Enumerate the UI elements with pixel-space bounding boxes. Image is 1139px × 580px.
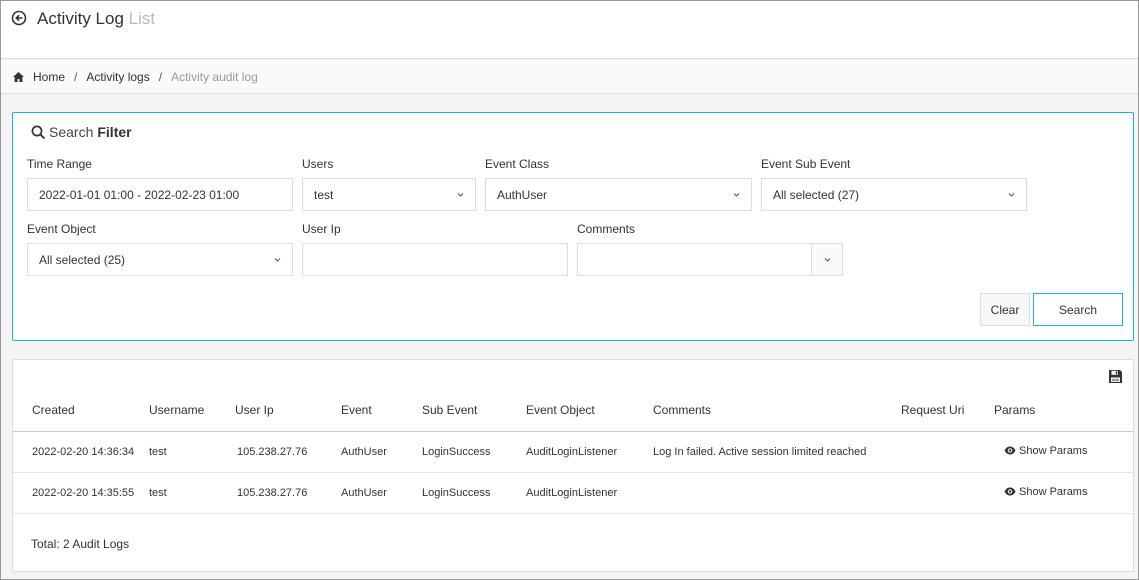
- comments-label: Comments: [577, 222, 636, 236]
- search-filter-panel: Search Filter Time Range 2022-01-01 01:0…: [12, 112, 1134, 341]
- cell-username: test: [149, 431, 235, 473]
- page-title-main: Activity Log: [37, 9, 124, 28]
- show-params-label: Show Params: [1019, 485, 1088, 498]
- time-range-label: Time Range: [27, 157, 92, 171]
- cell-user-ip: 105.238.27.76: [235, 472, 341, 514]
- column-header-params[interactable]: Params: [994, 390, 1133, 432]
- eye-icon: [1004, 446, 1016, 455]
- users-label: Users: [302, 157, 334, 171]
- table-row: 2022-02-20 14:36:34 test 105.238.27.76 A…: [13, 431, 1133, 473]
- comments-dropdown-toggle[interactable]: [811, 244, 842, 275]
- breadcrumb-separator: /: [74, 69, 78, 84]
- users-value: test: [314, 187, 334, 202]
- audit-log-table: Created Username User Ip Event Sub Event…: [13, 390, 1133, 514]
- filter-title: Search Filter: [31, 124, 132, 140]
- cell-comments: [653, 472, 901, 514]
- event-class-select[interactable]: AuthUser: [485, 178, 752, 211]
- cell-created: 2022-02-20 14:35:55: [13, 472, 149, 514]
- cell-user-ip: 105.238.27.76: [235, 431, 341, 473]
- event-sub-event-value: All selected (27): [773, 187, 860, 202]
- breadcrumb: Home / Activity logs / Activity audit lo…: [1, 60, 1138, 94]
- breadcrumb-current: Activity audit log: [171, 69, 258, 84]
- users-select[interactable]: test: [302, 178, 476, 211]
- user-ip-label: User Ip: [302, 222, 341, 236]
- breadcrumb-activity-logs[interactable]: Activity logs: [86, 70, 149, 84]
- column-header-created[interactable]: Created: [13, 390, 149, 432]
- eye-icon: [1004, 487, 1016, 496]
- event-sub-event-label: Event Sub Event: [761, 157, 851, 171]
- breadcrumb-separator: /: [158, 69, 163, 84]
- chevron-down-icon: [457, 193, 464, 197]
- clear-button[interactable]: Clear: [980, 293, 1030, 326]
- column-header-request-uri[interactable]: Request Uri: [901, 390, 994, 432]
- cell-event-object: AuditLoginListener: [526, 431, 653, 473]
- back-arrow-icon[interactable]: [11, 10, 27, 26]
- time-range-input[interactable]: 2022-01-01 01:00 - 2022-02-23 01:00: [27, 178, 293, 211]
- show-params-link[interactable]: Show Params: [1004, 445, 1087, 457]
- user-ip-input[interactable]: [302, 243, 568, 276]
- column-header-sub-event[interactable]: Sub Event: [422, 390, 526, 432]
- breadcrumb-home[interactable]: Home: [33, 70, 65, 84]
- page-title-sub: List: [128, 9, 156, 28]
- event-sub-event-select[interactable]: All selected (27): [761, 178, 1027, 211]
- total-count: Total: 2 Audit Logs: [31, 537, 130, 551]
- event-object-value: All selected (25): [39, 252, 126, 267]
- chevron-down-icon: [274, 258, 281, 262]
- cell-event: AuthUser: [341, 431, 422, 473]
- search-icon: [31, 125, 46, 139]
- home-icon: [13, 71, 24, 82]
- show-params-label: Show Params: [1019, 444, 1088, 457]
- column-header-username[interactable]: Username: [149, 390, 235, 432]
- column-header-event-object[interactable]: Event Object: [526, 390, 653, 432]
- cell-sub-event: LoginSuccess: [422, 431, 526, 473]
- search-button[interactable]: Search: [1033, 293, 1123, 326]
- cell-event-object: AuditLoginListener: [526, 472, 653, 514]
- event-class-label: Event Class: [485, 157, 550, 171]
- filter-title-bold: Filter: [97, 124, 132, 140]
- filter-title-light: Search: [49, 124, 94, 140]
- table-header-row: Created Username User Ip Event Sub Event…: [13, 390, 1133, 432]
- time-range-value: 2022-01-01 01:00 - 2022-02-23 01:00: [39, 187, 240, 202]
- cell-request-uri: [901, 472, 994, 514]
- chevron-down-icon: [733, 193, 740, 197]
- table-row: 2022-02-20 14:35:55 test 105.238.27.76 A…: [13, 472, 1133, 514]
- cell-comments: Log In failed. Active session limited re…: [653, 431, 901, 473]
- page-title: Activity Log List: [37, 9, 155, 29]
- column-header-user-ip[interactable]: User Ip: [235, 390, 341, 432]
- event-object-label: Event Object: [27, 222, 96, 236]
- cell-sub-event: LoginSuccess: [422, 472, 526, 514]
- column-header-comments[interactable]: Comments: [653, 390, 901, 432]
- chevron-down-icon: [824, 258, 831, 262]
- save-icon[interactable]: [1108, 369, 1123, 384]
- cell-request-uri: [901, 431, 994, 473]
- results-panel: Created Username User Ip Event Sub Event…: [12, 359, 1134, 572]
- show-params-link[interactable]: Show Params: [1004, 486, 1087, 498]
- cell-created: 2022-02-20 14:36:34: [13, 431, 149, 473]
- page-header: Activity Log List: [1, 1, 1138, 59]
- comments-combobox[interactable]: [577, 243, 843, 276]
- column-header-event[interactable]: Event: [341, 390, 422, 432]
- event-class-value: AuthUser: [497, 187, 548, 202]
- cell-username: test: [149, 472, 235, 514]
- cell-event: AuthUser: [341, 472, 422, 514]
- chevron-down-icon: [1008, 193, 1015, 197]
- event-object-select[interactable]: All selected (25): [27, 243, 293, 276]
